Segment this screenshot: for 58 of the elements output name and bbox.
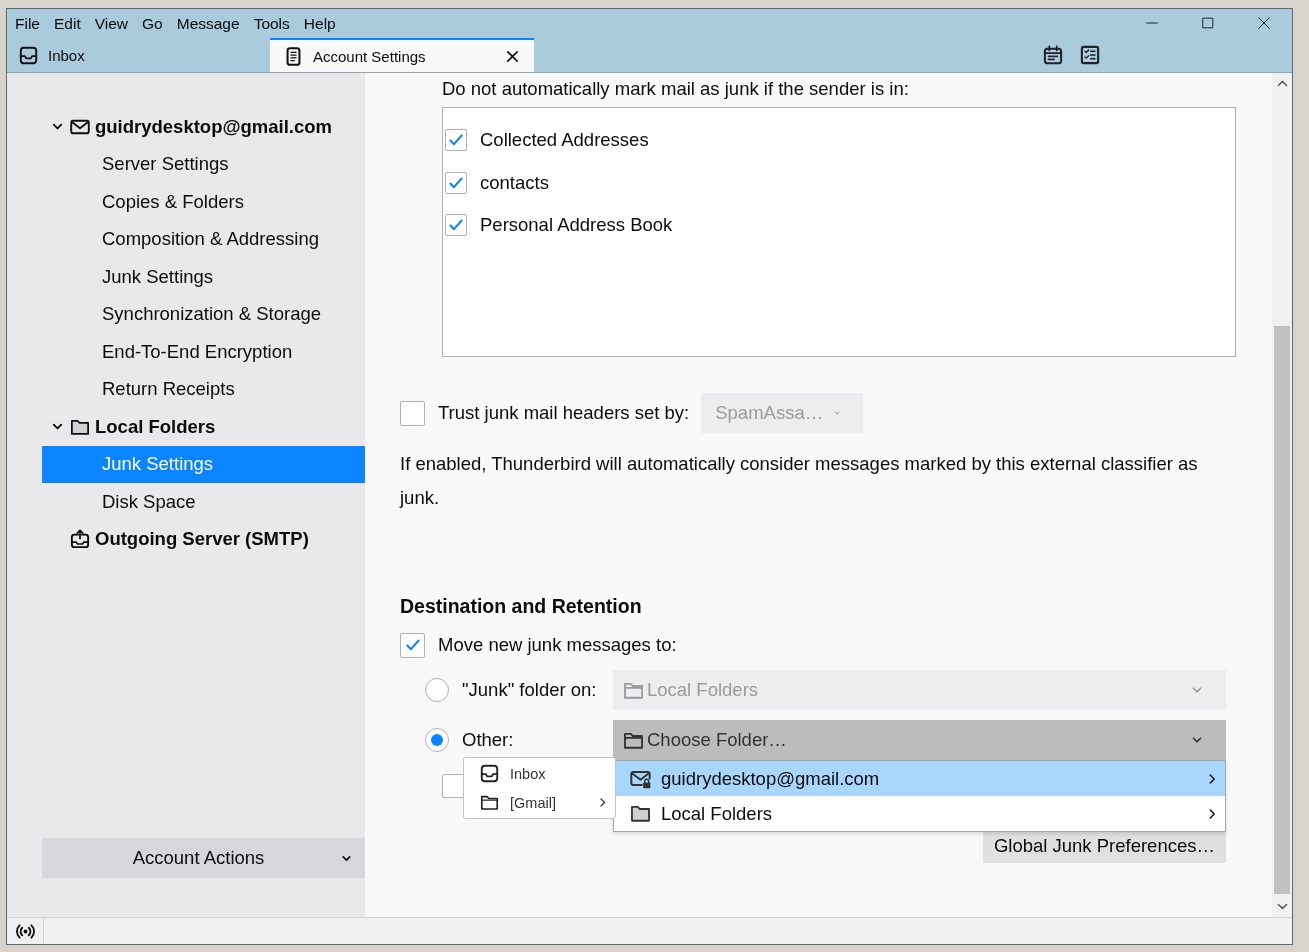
radio-button[interactable] — [425, 678, 449, 702]
tree-item[interactable]: Copies & Folders — [42, 183, 365, 221]
dropdown[interactable]: Choose Folder… — [613, 720, 1226, 760]
calendar-icon[interactable] — [1043, 45, 1063, 65]
tree-item[interactable]: Junk Settings — [42, 258, 365, 296]
tree-item[interactable]: Disk Space — [42, 483, 365, 521]
menu-item[interactable]: View — [90, 14, 135, 33]
menu-item[interactable]: Message — [172, 14, 246, 33]
tab[interactable]: Account Settings — [270, 38, 534, 72]
menu-item[interactable]: Help — [299, 14, 342, 33]
description-text: If enabled, Thunderbird will automatically consider messages marked by this external classifier as junk. — [400, 452, 1199, 510]
tree-item[interactable]: Junk Settings — [42, 445, 365, 483]
outbox-icon — [70, 529, 90, 550]
radio-button[interactable] — [425, 728, 449, 752]
section-heading: Destination and Retention — [400, 594, 643, 619]
tree-item[interactable]: Outgoing Server (SMTP) — [42, 520, 365, 558]
scrollbar-track[interactable] — [1272, 73, 1292, 917]
tree-item[interactable]: End-To-End Encryption — [42, 333, 365, 371]
folder-icon — [630, 803, 651, 824]
inbox-tray-icon — [480, 764, 499, 783]
menu-item[interactable]: Go — [138, 14, 169, 33]
checkbox-label: contacts — [480, 171, 549, 194]
folder-icon — [480, 793, 499, 812]
close-icon[interactable] — [505, 48, 520, 64]
document-icon — [284, 46, 303, 66]
checkbox[interactable] — [400, 632, 425, 658]
tree-item[interactable]: Synchronization & Storage — [42, 295, 365, 333]
checkbox-label: Move new junk messages to: — [438, 634, 677, 656]
scrollbar-thumb[interactable] — [1274, 326, 1290, 894]
menu-item[interactable]: Local Folders — [614, 796, 1225, 831]
menu-item[interactable]: [Gmail] — [464, 788, 615, 817]
tree-item[interactable]: Composition & Addressing — [42, 220, 365, 258]
tab[interactable]: Inbox — [7, 38, 270, 72]
tree-item[interactable]: Local Folders — [42, 408, 365, 446]
radio-label: Other: — [462, 729, 515, 751]
checklist-icon[interactable] — [1080, 45, 1100, 65]
checkbox[interactable] — [445, 214, 467, 237]
tree-item[interactable]: Return Receipts — [42, 370, 365, 408]
checkbox-label: Personal Address Book — [480, 214, 673, 237]
checkbox[interactable] — [442, 774, 466, 798]
field-label: Do not automatically mark mail as junk if the sender is in: — [442, 77, 910, 101]
tree-item[interactable]: guidrydesktop@gmail.com — [42, 108, 365, 146]
checkbox[interactable] — [445, 129, 467, 152]
checkbox-label: Trust junk mail headers set by: — [438, 402, 690, 424]
menu-item[interactable]: Tools — [249, 14, 296, 33]
menu-item[interactable]: guidrydesktop@gmail.com — [614, 761, 1225, 796]
inbox-tray-icon — [19, 45, 38, 65]
envelope-lock-icon — [630, 768, 651, 789]
account-actions-button[interactable]: Account Actions — [42, 838, 365, 878]
tree-item[interactable]: Server Settings — [42, 145, 365, 183]
radio-label: "Junk" folder on: — [462, 679, 598, 701]
menu-item[interactable]: File — [11, 14, 46, 33]
checkbox-label: Collected Addresses — [480, 129, 649, 152]
menu-item[interactable]: Inbox — [464, 759, 615, 788]
checkbox[interactable] — [400, 400, 425, 426]
broadcast-icon[interactable] — [15, 921, 35, 941]
checkbox[interactable] — [445, 171, 467, 194]
menu-item[interactable]: Edit — [50, 14, 87, 33]
